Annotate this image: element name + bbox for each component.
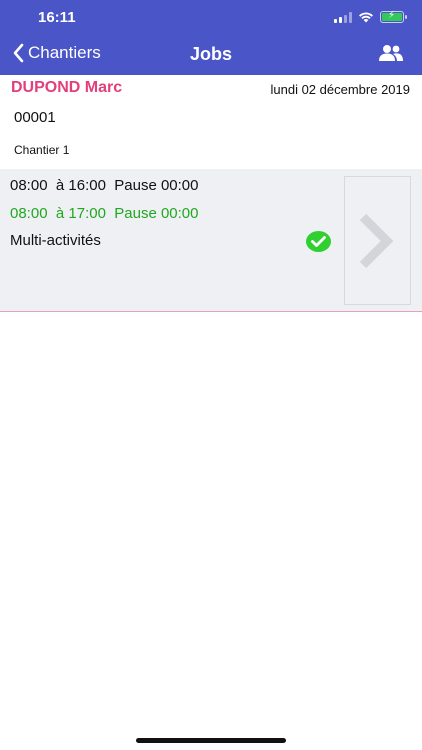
- people-icon: [379, 45, 403, 61]
- chevron-right-icon: [359, 213, 394, 269]
- page-title: Jobs: [189, 44, 232, 64]
- job-number: 00001: [14, 109, 56, 126]
- job-detail-button[interactable]: [344, 176, 411, 305]
- activity-label: Multi-activités: [10, 232, 101, 249]
- cellular-signal-icon: [334, 11, 352, 23]
- site-name: Chantier 1: [14, 143, 70, 157]
- home-indicator: [136, 738, 286, 743]
- actual-hours: 08:00 à 17:00 Pause 00:00: [10, 205, 199, 222]
- job-date: lundi 02 décembre 2019: [270, 82, 411, 97]
- worker-name: DUPOND Marc: [11, 79, 123, 96]
- wifi-icon: [359, 12, 373, 23]
- status-time: 16:11: [38, 9, 76, 26]
- planned-hours: 08:00 à 16:00 Pause 00:00: [10, 177, 199, 194]
- status-icons: ⚡: [334, 10, 407, 23]
- check-icon: [306, 231, 331, 252]
- people-button[interactable]: [378, 44, 404, 67]
- app-header: 16:11 ⚡ Chantiers Jobs: [0, 0, 422, 75]
- battery-icon: ⚡: [380, 10, 407, 23]
